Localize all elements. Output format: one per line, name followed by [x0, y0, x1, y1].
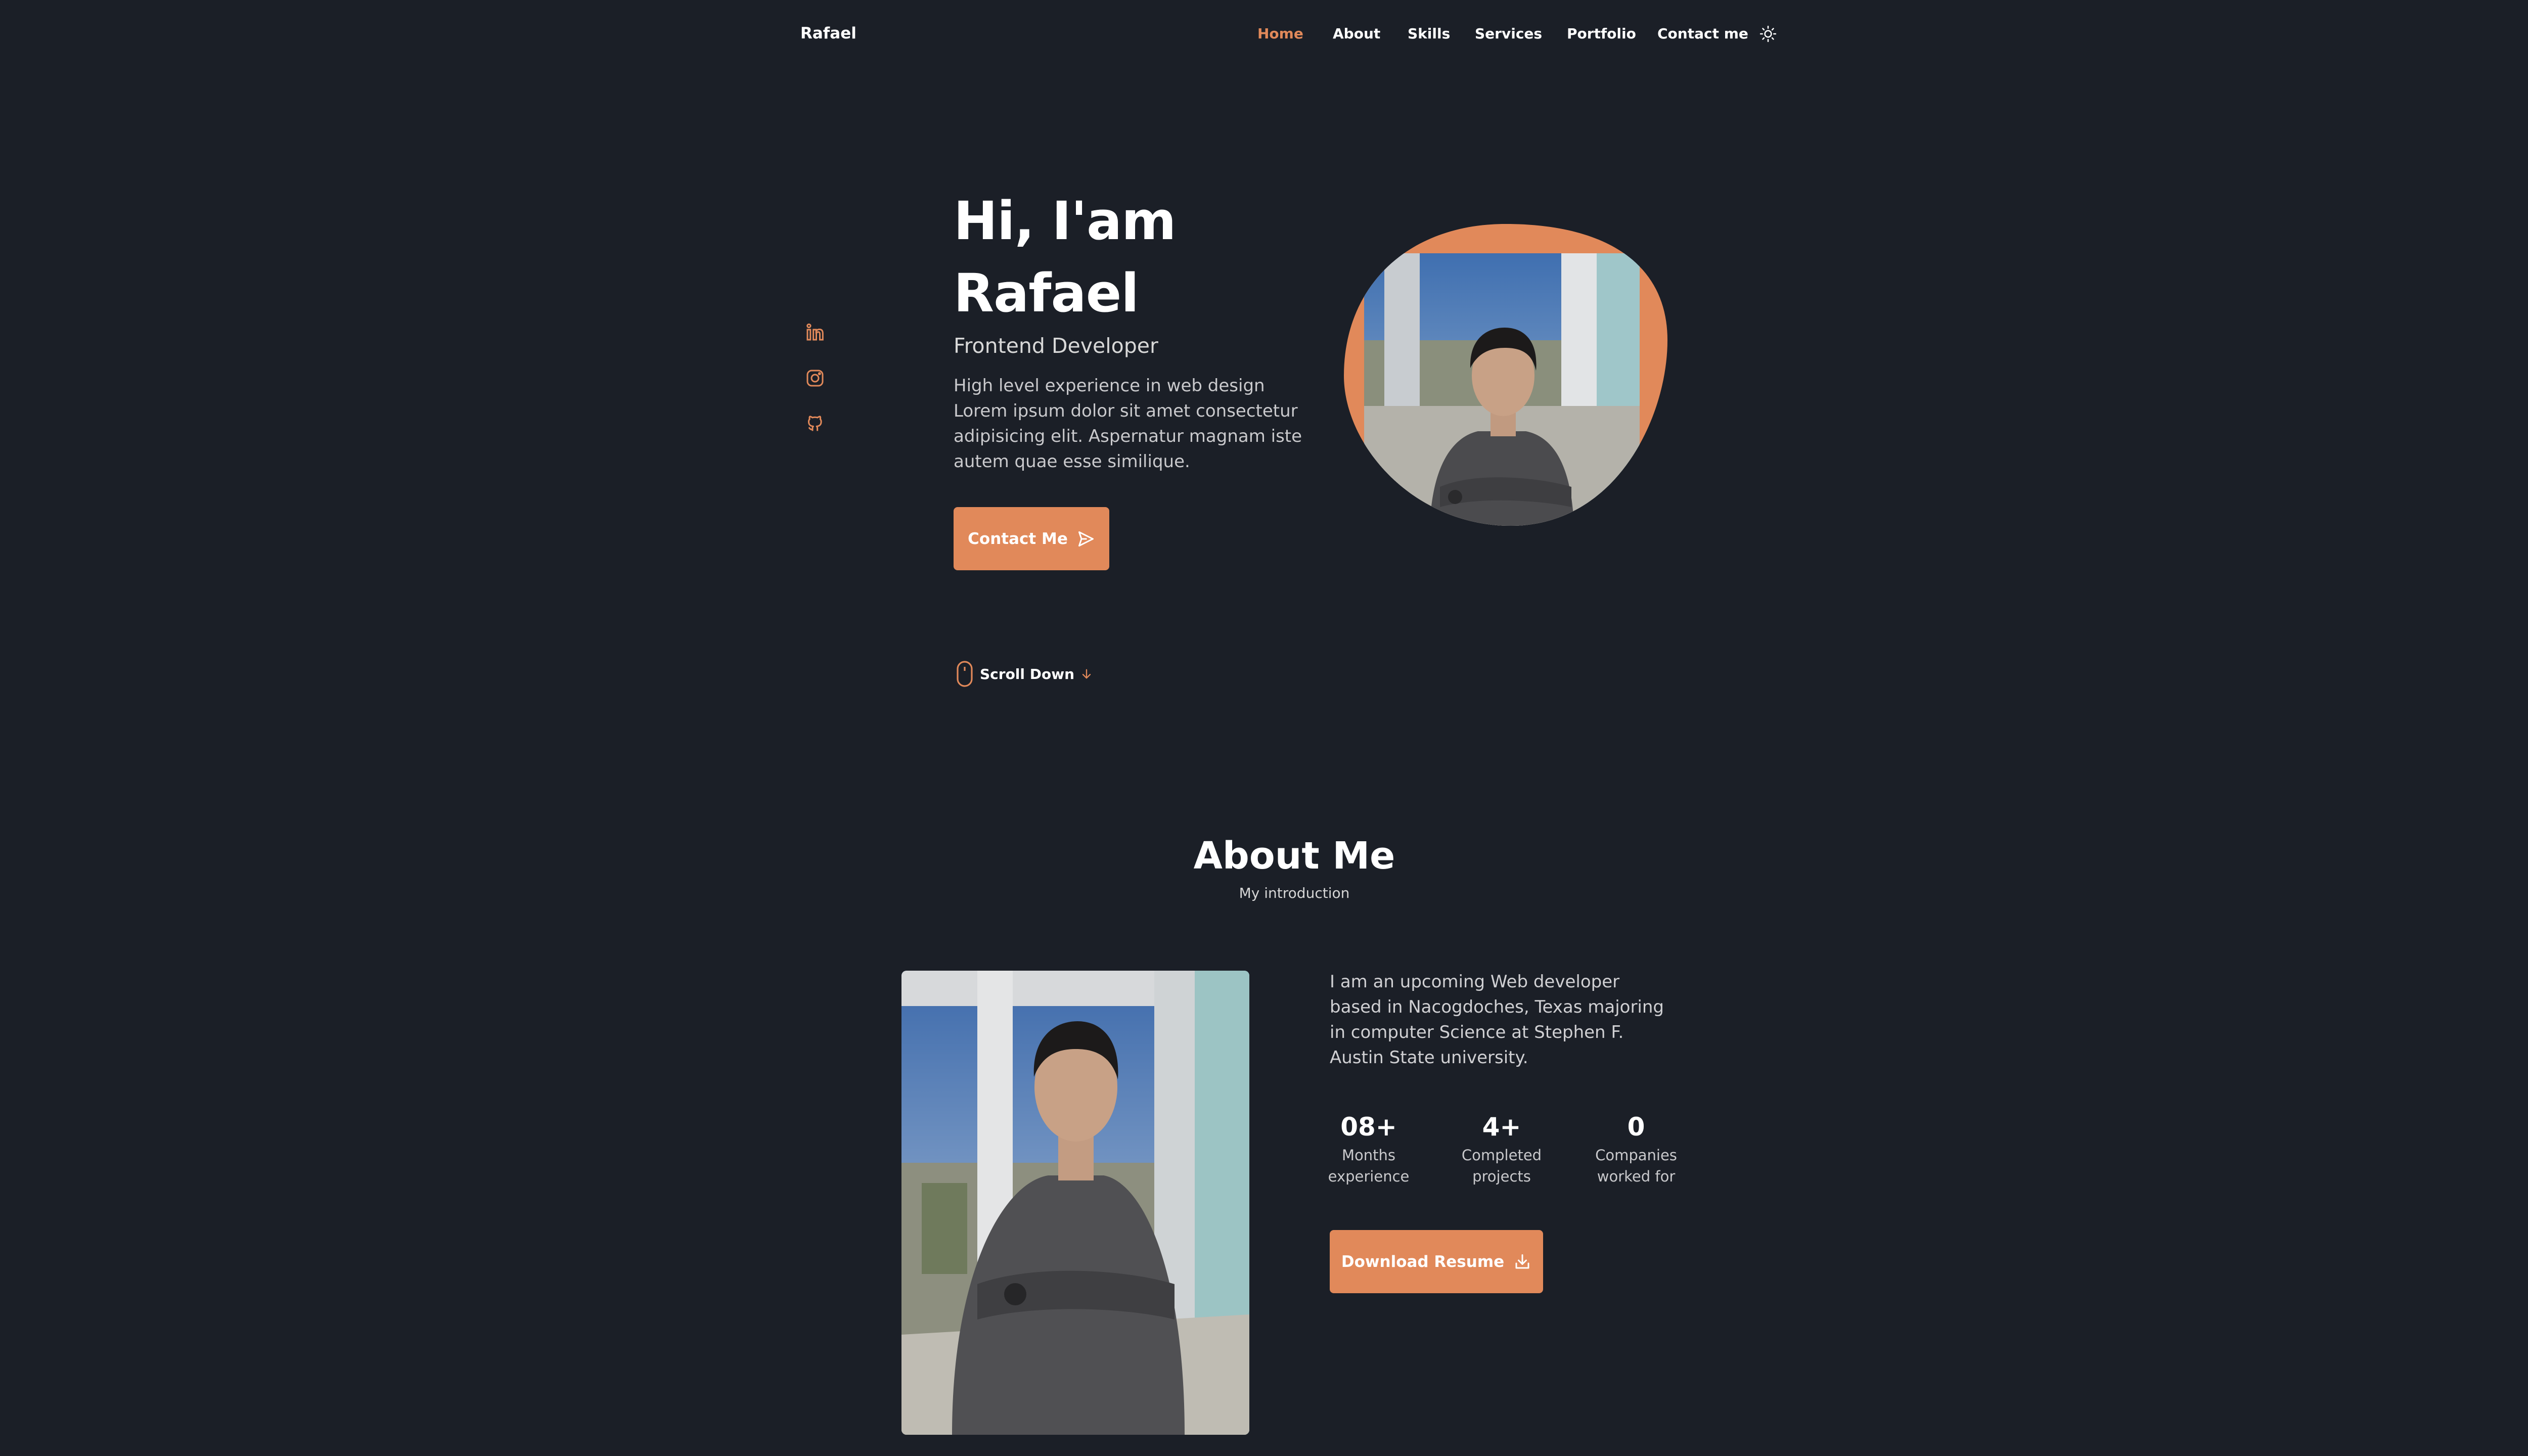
scroll-down-label: Scroll Down [980, 665, 1075, 682]
arrow-down-icon [1082, 669, 1091, 679]
stat-projects: 4+ Completed projects [1451, 1112, 1552, 1187]
contact-me-label: Contact Me [968, 529, 1068, 548]
about-portrait [901, 971, 1249, 1435]
github-icon[interactable] [805, 414, 825, 434]
stat-experience-value: 08+ [1340, 1112, 1397, 1142]
nav-services[interactable]: Services [1475, 25, 1542, 42]
contact-me-button[interactable]: Contact Me [954, 507, 1109, 570]
nav-home[interactable]: Home [1257, 25, 1303, 42]
hero-title-line1: Hi, I'am [954, 190, 1176, 252]
about-text: I am an upcoming Web developer based in … [1330, 972, 1664, 1068]
hero-subtitle: Frontend Developer [954, 334, 1158, 358]
linkedin-icon[interactable] [805, 322, 825, 342]
nav-skills[interactable]: Skills [1408, 25, 1450, 42]
stat-projects-label: Completed projects [1461, 1147, 1542, 1185]
hero-title-line2: Rafael [954, 262, 1139, 324]
nav-about[interactable]: About [1333, 25, 1380, 42]
stat-projects-value: 4+ [1482, 1112, 1521, 1142]
stat-companies-label: Companies worked for [1595, 1147, 1677, 1185]
about-subtitle: My introduction [1239, 885, 1350, 901]
stat-companies: 0 Companies worked for [1586, 1112, 1687, 1187]
sun-icon[interactable] [1759, 25, 1777, 42]
nav-contact[interactable]: Contact me [1657, 25, 1748, 42]
mouse-icon [957, 661, 973, 687]
stat-experience: 08+ Months experience [1318, 1112, 1419, 1187]
download-icon [1515, 1254, 1529, 1268]
instagram-icon[interactable] [805, 368, 825, 388]
nav-portfolio[interactable]: Portfolio [1567, 25, 1636, 42]
download-resume-button[interactable]: Download Resume [1330, 1230, 1543, 1293]
stat-companies-value: 0 [1627, 1112, 1645, 1142]
scroll-down-link[interactable]: Scroll Down [955, 660, 1094, 688]
download-resume-label: Download Resume [1341, 1252, 1505, 1271]
send-icon [1078, 531, 1094, 547]
hero-portrait [1344, 224, 1667, 526]
hero-description: High level experience in web design Lore… [954, 376, 1302, 472]
stat-experience-label: Months experience [1328, 1147, 1410, 1185]
about-title: About Me [1193, 834, 1395, 878]
site-logo[interactable]: Rafael [800, 24, 856, 42]
